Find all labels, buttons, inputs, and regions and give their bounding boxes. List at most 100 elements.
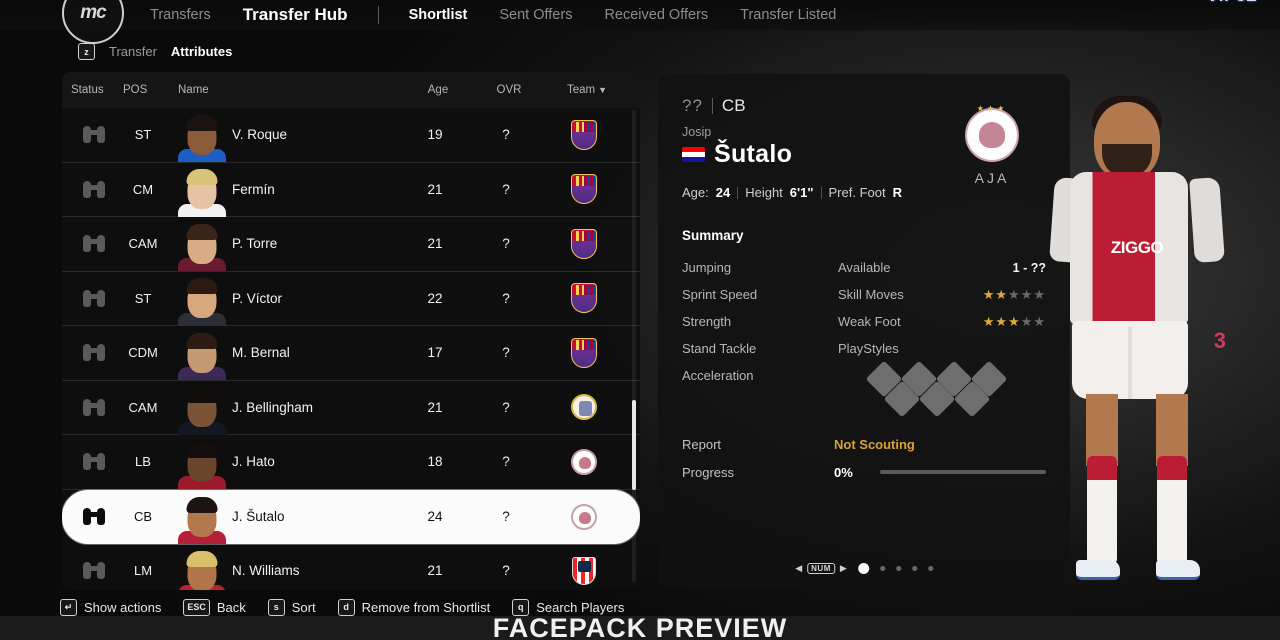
detail-club-abbr: AJA (974, 170, 1010, 186)
row-age: 21 (427, 399, 443, 415)
detail-last-name: Šutalo (714, 140, 793, 168)
attribute-jumping-label: Jumping (682, 260, 732, 275)
bio-divider-1 (737, 186, 739, 199)
attributes-left-column: Jumping Sprint Speed Strength Stand Tack… (682, 254, 838, 412)
ajax-crest-icon: ★★★ (965, 104, 1019, 162)
detail-foot-value: R (892, 185, 902, 200)
table-row[interactable]: CM Fermín 21? (62, 162, 640, 217)
row-team-crest-icon (546, 283, 622, 314)
detail-skill-moves-label: Skill Moves (838, 287, 904, 302)
nav-item-received-offers[interactable]: Received Offers (602, 7, 710, 23)
tab-attributes[interactable]: Attributes (171, 44, 232, 59)
table-row-selected[interactable]: CB J. Šutalo 24? (62, 489, 640, 544)
attributes-right-column: Available 1 - ?? Skill Moves ★★★★★ Weak … (838, 254, 1046, 418)
row-team-crest-icon (546, 337, 622, 368)
column-header-age[interactable]: Age (418, 84, 458, 96)
table-row[interactable]: ST V. Roque 19? (62, 108, 640, 163)
scout-status-binoculars-icon[interactable] (71, 453, 117, 471)
row-ovr: ? (502, 127, 510, 143)
row-position: ST (134, 290, 152, 306)
scout-status-binoculars-icon[interactable] (71, 126, 117, 144)
player-face-thumbnail (175, 490, 229, 544)
scout-status-binoculars-icon[interactable] (71, 235, 117, 253)
row-position: CDM (128, 345, 158, 361)
summary-heading: Summary (682, 228, 744, 243)
table-row[interactable]: CAM J. Bellingham 21? (62, 380, 640, 435)
row-ovr: ? (502, 236, 510, 252)
player-face-thumbnail (175, 544, 229, 590)
facepack-preview-watermark: FACEPACK PREVIEW (492, 613, 788, 640)
row-player-name: J. Šutalo (232, 509, 285, 525)
nav-item-transfer-hub[interactable]: Transfer Hub (241, 5, 350, 25)
table-row[interactable]: CDM M. Bernal 17? (62, 326, 640, 381)
report-label: Report (682, 436, 722, 452)
pager-dot[interactable] (927, 566, 933, 571)
scout-status-binoculars-icon[interactable] (71, 344, 117, 362)
scout-status-binoculars-icon[interactable] (71, 562, 117, 580)
game-screen: mc Transfers Transfer Hub Shortlist Sent… (0, 0, 1280, 640)
row-team-crest-icon (546, 119, 622, 150)
pager-dot[interactable] (879, 566, 885, 571)
scout-status-binoculars-icon[interactable] (71, 289, 117, 307)
player-face-thumbnail (175, 380, 229, 435)
row-ovr: ? (502, 181, 510, 197)
row-ovr: ? (502, 345, 510, 361)
row-player-name: Fermín (232, 181, 275, 197)
table-row[interactable]: CAM P. Torre 21? (62, 217, 640, 272)
scout-status-binoculars-icon[interactable] (71, 180, 117, 198)
pager-dot[interactable] (857, 563, 869, 574)
row-player-name: J. Hato (232, 454, 275, 470)
column-header-status: Status (71, 84, 104, 96)
nav-item-transfer-listed[interactable]: Transfer Listed (738, 7, 838, 23)
pager-dots[interactable] (857, 563, 933, 574)
pager-right-arrow-icon[interactable]: ▶ (840, 563, 847, 574)
detail-available-row: Available 1 - ?? (838, 254, 1046, 281)
render-right-boot (1156, 560, 1200, 580)
tab-transfer[interactable]: Transfer (109, 44, 157, 59)
detail-available-label: Available (838, 260, 891, 275)
sort-descending-icon: ▼ (598, 85, 608, 95)
player-face-thumbnail (175, 271, 229, 326)
column-header-team-label: Team (566, 84, 596, 96)
pager-dot[interactable] (895, 566, 901, 571)
player-face-thumbnail (175, 162, 229, 217)
scout-status-binoculars-icon[interactable] (71, 508, 117, 526)
row-team-crest-icon (546, 448, 622, 475)
row-ovr: ? (502, 290, 510, 306)
render-right-sleeve (1189, 177, 1225, 263)
progress-bar (880, 470, 1046, 474)
row-ovr: ? (502, 454, 510, 470)
pager-key-hint: ◀ NUM ▶ (795, 563, 847, 574)
detail-weak-foot-row: Weak Foot ★★★★★ (838, 308, 1046, 335)
progress-value: 0% (834, 464, 853, 480)
table-row[interactable]: ST P. Víctor 22? (62, 271, 640, 326)
column-header-team[interactable]: Team ▼ (552, 84, 622, 96)
detail-height-value: 6'1" (789, 185, 814, 200)
row-player-name: N. Williams (232, 563, 300, 579)
nav-item-shortlist[interactable]: Shortlist (407, 7, 470, 23)
player-face-thumbnail (175, 435, 229, 489)
player-rows-container[interactable]: ST V. Roque 19? CM Fermín 21? CAM P. Torre 21? ST… (62, 108, 640, 590)
progress-label: Progress (682, 464, 735, 480)
table-row[interactable]: LM N. Williams 21? (62, 544, 640, 590)
scout-status-binoculars-icon[interactable] (71, 398, 117, 416)
scrollbar-thumb[interactable] (632, 400, 636, 490)
column-header-ovr[interactable]: OVR (489, 84, 529, 96)
vip-watermark-text: VIP3E (1208, 0, 1258, 6)
keycap-z-icon[interactable]: z (78, 43, 95, 60)
row-age: 21 (427, 236, 443, 252)
detail-skill-moves-row: Skill Moves ★★★★★ (838, 281, 1046, 308)
table-row[interactable]: LB J. Hato 18? (62, 435, 640, 490)
row-age: 19 (427, 127, 443, 143)
pager-left-arrow-icon[interactable]: ◀ (795, 563, 802, 574)
row-position: LB (135, 454, 151, 470)
row-age: 21 (427, 563, 443, 579)
attribute-stand-tackle: Stand Tackle (682, 335, 838, 362)
player-face-thumbnail (175, 108, 229, 162)
row-ovr: ? (502, 399, 510, 415)
nav-item-transfers[interactable]: Transfers (148, 7, 213, 23)
detail-foot-label: Pref. Foot (828, 185, 886, 200)
detail-pager[interactable]: ◀ NUM ▶ (795, 563, 933, 574)
nav-item-sent-offers[interactable]: Sent Offers (497, 7, 574, 23)
pager-dot[interactable] (911, 566, 917, 571)
